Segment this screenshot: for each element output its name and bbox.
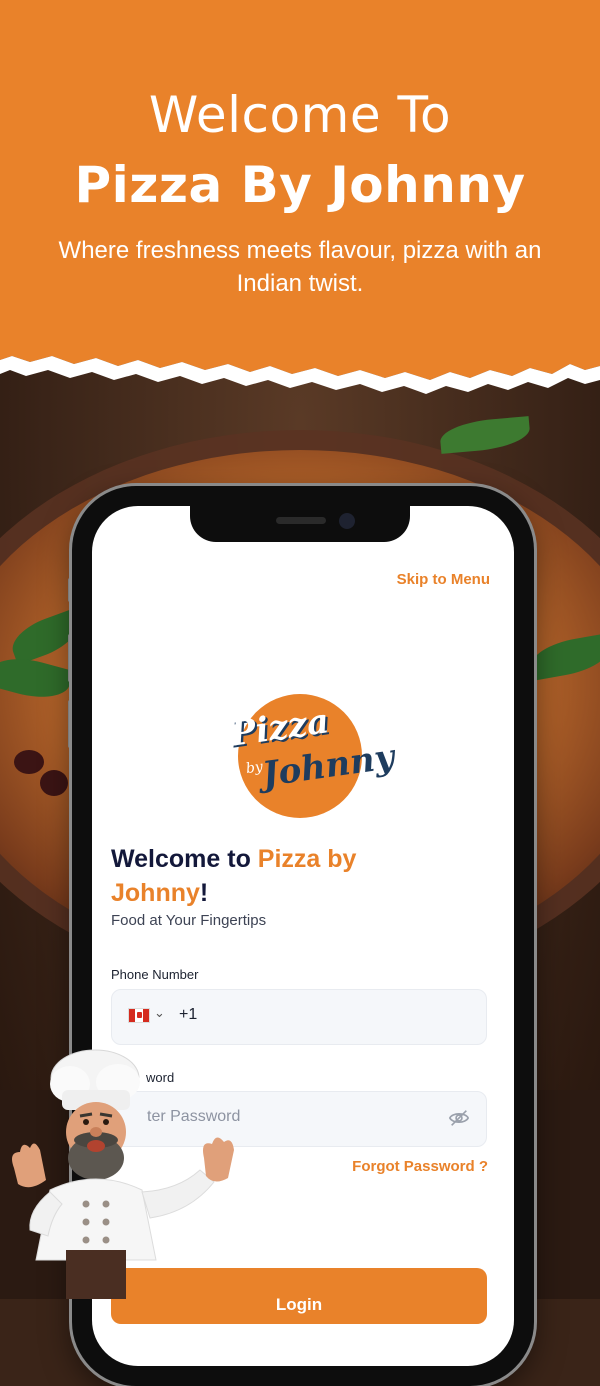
herb-leaf — [438, 416, 532, 454]
hero-title-line2: Pizza By Johnny — [74, 156, 526, 214]
phone-speaker — [276, 517, 326, 524]
tagline: Food at Your Fingertips — [111, 912, 267, 929]
phone-number-label: Phone Number — [111, 967, 199, 982]
hero-header: Welcome To Pizza By Johnny Where freshne… — [0, 0, 600, 340]
hero-title-line1: Welcome To — [148, 86, 452, 144]
chevron-down-icon[interactable]: ⌄ — [154, 1005, 165, 1021]
canada-flag-icon[interactable] — [128, 1008, 150, 1023]
dial-code: +1 — [179, 1006, 198, 1023]
torn-paper-edge — [0, 320, 600, 394]
welcome-suffix: ! — [199, 879, 209, 907]
eye-off-icon[interactable] — [448, 1107, 470, 1129]
chef-mascot-illustration — [12, 1049, 234, 1299]
hero-subtitle: Where freshness meets flavour, pizza wit… — [58, 237, 542, 297]
welcome-prefix: Welcome to — [111, 845, 258, 873]
welcome-heading: Welcome to Pizza by Johnny! — [111, 842, 431, 910]
phone-number-field[interactable] — [111, 989, 487, 1045]
front-camera — [339, 513, 355, 529]
raisin — [40, 770, 68, 796]
forgot-password-link[interactable]: Forgot Password ? — [330, 1158, 488, 1175]
skip-to-menu-link[interactable]: Skip to Menu — [370, 571, 490, 588]
raisin — [14, 750, 44, 774]
